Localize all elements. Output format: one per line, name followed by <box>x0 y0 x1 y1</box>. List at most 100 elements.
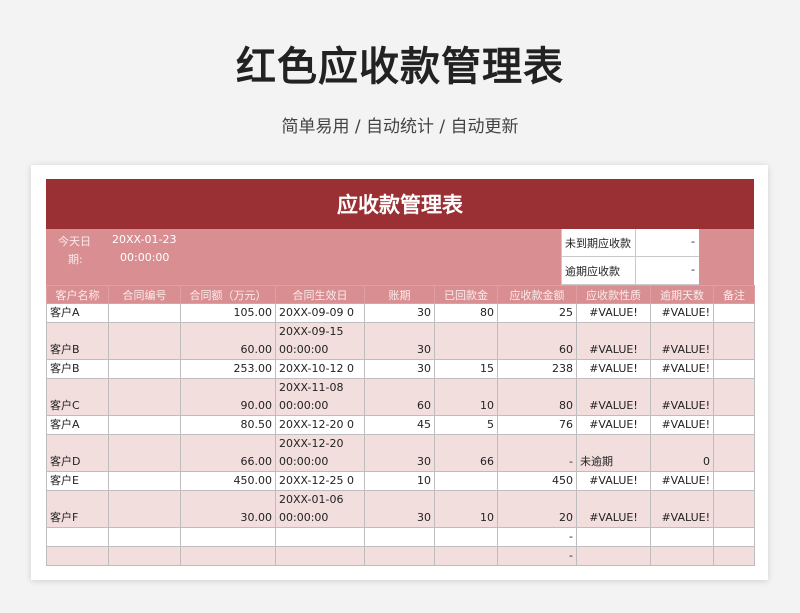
cell-contract-no[interactable] <box>108 490 181 528</box>
cell-term[interactable] <box>364 546 435 566</box>
cell-amount[interactable]: 90.00 <box>180 378 276 416</box>
cell-term[interactable]: 10 <box>364 471 435 491</box>
cell-receivable[interactable]: - <box>497 546 577 566</box>
cell-nature[interactable]: #VALUE! <box>576 359 651 379</box>
cell-note[interactable] <box>713 471 755 491</box>
cell-note[interactable] <box>713 378 755 416</box>
cell-term[interactable]: 30 <box>364 359 435 379</box>
cell-amount[interactable]: 30.00 <box>180 490 276 528</box>
cell-amount[interactable]: 80.50 <box>180 415 276 435</box>
cell-term[interactable]: 30 <box>364 322 435 360</box>
cell-amount[interactable]: 66.00 <box>180 434 276 472</box>
cell-receivable[interactable]: 80 <box>497 378 577 416</box>
cell-overdue-days[interactable]: #VALUE! <box>650 471 714 491</box>
cell-note[interactable] <box>713 415 755 435</box>
cell-receivable[interactable]: 20 <box>497 490 577 528</box>
cell-receivable[interactable]: 76 <box>497 415 577 435</box>
col-header-received[interactable]: 已回款金 <box>434 285 498 304</box>
cell-customer[interactable]: 客户A <box>46 303 109 323</box>
cell-received[interactable]: 10 <box>434 490 498 528</box>
cell-term[interactable] <box>364 527 435 547</box>
cell-overdue-days[interactable]: #VALUE! <box>650 415 714 435</box>
cell-effective-date[interactable]: 20XX-12-20 0 <box>275 415 365 435</box>
cell-receivable[interactable]: 25 <box>497 303 577 323</box>
cell-amount[interactable]: 60.00 <box>180 322 276 360</box>
cell-amount[interactable] <box>180 546 276 566</box>
cell-effective-date[interactable]: 20XX-11-08 00:00:00 <box>275 378 365 416</box>
cell-contract-no[interactable] <box>108 303 181 323</box>
cell-customer[interactable] <box>46 546 109 566</box>
cell-contract-no[interactable] <box>108 378 181 416</box>
cell-amount[interactable] <box>180 527 276 547</box>
cell-amount[interactable]: 105.00 <box>180 303 276 323</box>
cell-received[interactable]: 15 <box>434 359 498 379</box>
cell-amount[interactable]: 253.00 <box>180 359 276 379</box>
col-header-receivable[interactable]: 应收款金额 <box>497 285 577 304</box>
cell-overdue-days[interactable] <box>650 546 714 566</box>
cell-nature[interactable]: #VALUE! <box>576 303 651 323</box>
cell-customer[interactable]: 客户D <box>46 434 109 472</box>
cell-overdue-days[interactable]: #VALUE! <box>650 303 714 323</box>
cell-receivable[interactable]: - <box>497 434 577 472</box>
cell-overdue-days[interactable] <box>650 527 714 547</box>
cell-overdue-days[interactable]: #VALUE! <box>650 378 714 416</box>
cell-receivable[interactable]: 60 <box>497 322 577 360</box>
col-header-amount[interactable]: 合同额（万元） <box>180 285 276 304</box>
cell-receivable[interactable]: 450 <box>497 471 577 491</box>
cell-contract-no[interactable] <box>108 415 181 435</box>
cell-note[interactable] <box>713 490 755 528</box>
cell-nature[interactable]: #VALUE! <box>576 490 651 528</box>
cell-receivable[interactable]: 238 <box>497 359 577 379</box>
summary-value[interactable]: - <box>691 235 695 248</box>
cell-effective-date[interactable]: 20XX-12-25 0 <box>275 471 365 491</box>
cell-nature[interactable]: #VALUE! <box>576 415 651 435</box>
cell-contract-no[interactable] <box>108 471 181 491</box>
cell-overdue-days[interactable]: #VALUE! <box>650 359 714 379</box>
cell-note[interactable] <box>713 434 755 472</box>
cell-effective-date[interactable]: 20XX-12-20 00:00:00 <box>275 434 365 472</box>
col-header-customer[interactable]: 客户名称 <box>46 285 109 304</box>
col-header-nature[interactable]: 应收款性质 <box>576 285 651 304</box>
cell-effective-date[interactable] <box>275 546 365 566</box>
cell-note[interactable] <box>713 546 755 566</box>
cell-received[interactable]: 80 <box>434 303 498 323</box>
cell-note[interactable] <box>713 359 755 379</box>
cell-received[interactable] <box>434 322 498 360</box>
cell-overdue-days[interactable]: 0 <box>650 434 714 472</box>
cell-nature[interactable] <box>576 546 651 566</box>
cell-effective-date[interactable]: 20XX-09-15 00:00:00 <box>275 322 365 360</box>
cell-contract-no[interactable] <box>108 359 181 379</box>
cell-customer[interactable]: 客户F <box>46 490 109 528</box>
cell-effective-date[interactable]: 20XX-09-09 0 <box>275 303 365 323</box>
cell-term[interactable]: 45 <box>364 415 435 435</box>
cell-nature[interactable]: #VALUE! <box>576 322 651 360</box>
today-date[interactable]: 20XX-01-23 <box>112 233 176 246</box>
cell-effective-date[interactable]: 20XX-10-12 0 <box>275 359 365 379</box>
cell-term[interactable]: 30 <box>364 303 435 323</box>
cell-term[interactable]: 60 <box>364 378 435 416</box>
cell-customer[interactable]: 客户E <box>46 471 109 491</box>
cell-receivable[interactable]: - <box>497 527 577 547</box>
cell-note[interactable] <box>713 322 755 360</box>
cell-contract-no[interactable] <box>108 322 181 360</box>
col-header-contract-no[interactable]: 合同编号 <box>108 285 181 304</box>
cell-customer[interactable]: 客户C <box>46 378 109 416</box>
cell-effective-date[interactable]: 20XX-01-06 00:00:00 <box>275 490 365 528</box>
cell-contract-no[interactable] <box>108 527 181 547</box>
cell-overdue-days[interactable]: #VALUE! <box>650 490 714 528</box>
cell-contract-no[interactable] <box>108 434 181 472</box>
col-header-term[interactable]: 账期 <box>364 285 435 304</box>
col-header-overdue-days[interactable]: 逾期天数 <box>650 285 714 304</box>
cell-nature[interactable] <box>576 527 651 547</box>
cell-received[interactable]: 66 <box>434 434 498 472</box>
today-time[interactable]: 00:00:00 <box>120 251 169 264</box>
cell-effective-date[interactable] <box>275 527 365 547</box>
cell-received[interactable] <box>434 527 498 547</box>
cell-received[interactable]: 5 <box>434 415 498 435</box>
summary-value[interactable]: - <box>691 263 695 276</box>
cell-received[interactable] <box>434 546 498 566</box>
cell-customer[interactable]: 客户A <box>46 415 109 435</box>
cell-note[interactable] <box>713 303 755 323</box>
cell-customer[interactable]: 客户B <box>46 359 109 379</box>
cell-nature[interactable]: #VALUE! <box>576 378 651 416</box>
